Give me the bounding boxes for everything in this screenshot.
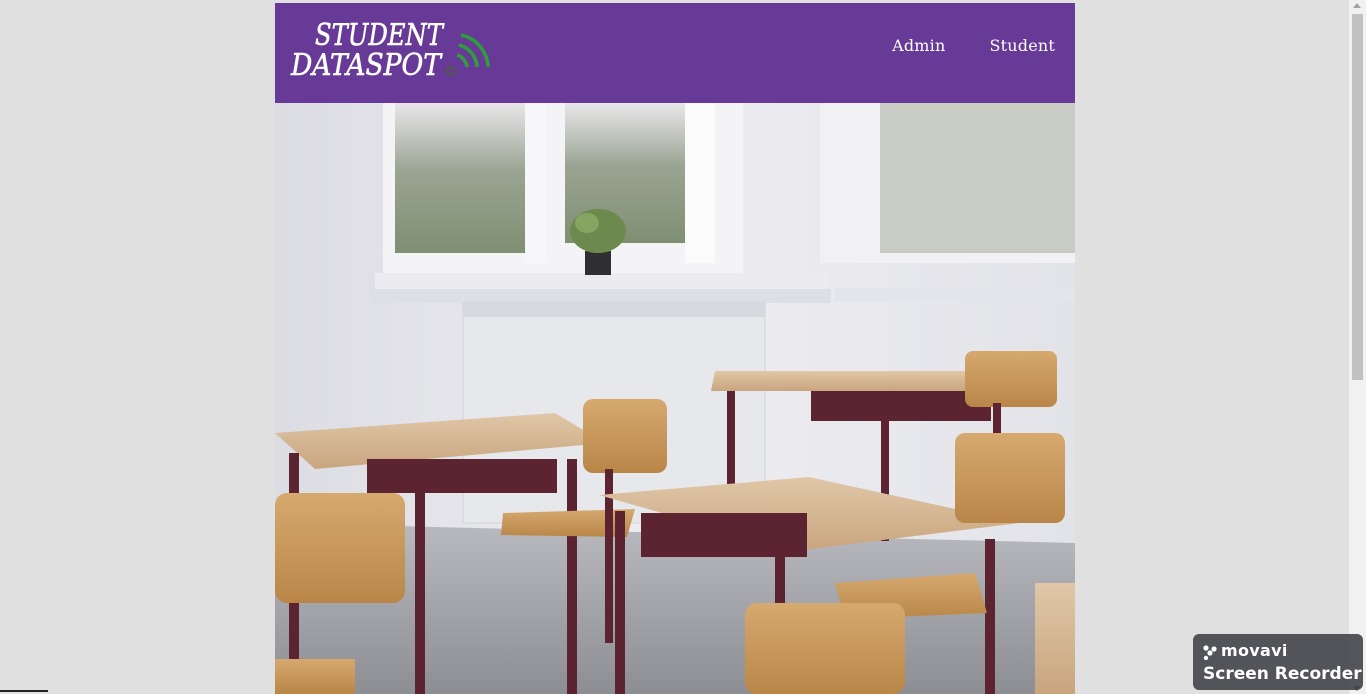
svg-text:DATASPOT: DATASPOT bbox=[290, 48, 443, 81]
scroll-up-arrow-icon[interactable] bbox=[1353, 3, 1361, 8]
nav-admin-link[interactable]: Admin bbox=[892, 36, 945, 55]
taskbar-edge bbox=[0, 690, 48, 692]
page-scrollbar[interactable] bbox=[1349, 0, 1366, 694]
student-dataspot-logo[interactable]: STUDENT DATASPOT bbox=[289, 15, 493, 81]
main-nav: Admin Student bbox=[892, 36, 1055, 55]
classroom-hero-image bbox=[275, 103, 1075, 694]
watermark-product: Screen Recorder bbox=[1203, 664, 1362, 684]
nav-student-link[interactable]: Student bbox=[989, 36, 1055, 55]
movavi-logo-icon bbox=[1203, 645, 1217, 660]
page-container: STUDENT DATASPOT Admin Student bbox=[275, 3, 1075, 694]
site-header: STUDENT DATASPOT Admin Student bbox=[275, 3, 1075, 103]
watermark-brand: movavi bbox=[1221, 641, 1288, 660]
screen-recorder-watermark: movavi Screen Recorder bbox=[1193, 634, 1363, 690]
scrollbar-thumb[interactable] bbox=[1352, 14, 1363, 380]
